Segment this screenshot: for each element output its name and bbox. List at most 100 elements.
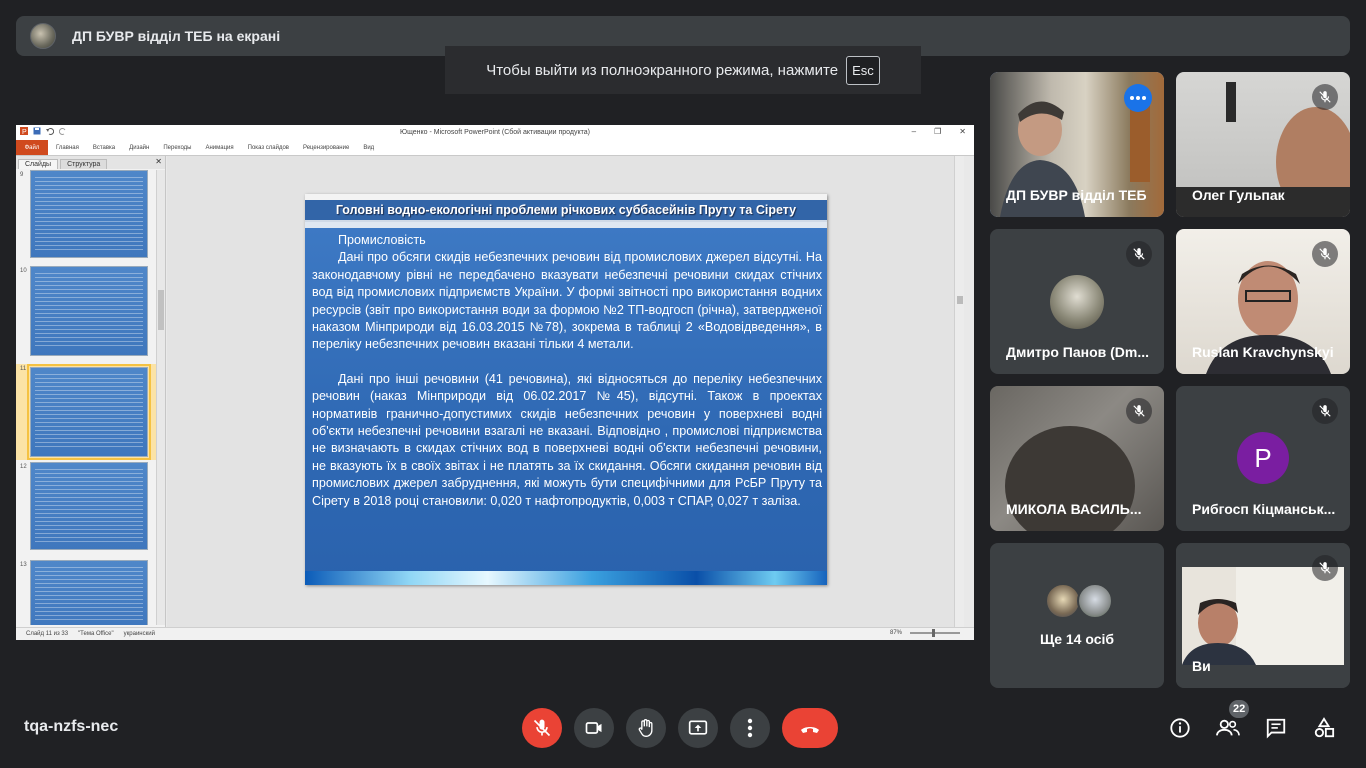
ribbon-tab: Показ слайдов	[247, 144, 289, 151]
fullscreen-toast: Чтобы выйти из полноэкранного режима, на…	[445, 46, 921, 94]
mic-off-icon	[1126, 241, 1152, 267]
participant-avatar: P	[1237, 432, 1289, 484]
more-options-icon[interactable]	[1124, 84, 1152, 112]
slides-panel: Слайды Структура ✕ 9 10 11 12 13	[16, 156, 166, 627]
slide-title: Головні водно-екологічні проблеми річков…	[305, 200, 827, 222]
status-slide-info: Слайд 11 из 33	[26, 631, 69, 637]
svg-text:P: P	[22, 129, 27, 135]
slide-paragraph: Дані про інші речовини (41 речовина), як…	[312, 371, 822, 508]
self-tile[interactable]: Ви	[1176, 543, 1350, 688]
minimize-icon: –	[911, 127, 917, 136]
meeting-code: tqa-nzfs-nec	[24, 718, 119, 735]
fullscreen-toast-text: Чтобы выйти из полноэкранного режима, на…	[486, 61, 839, 79]
editor-scrollbar	[954, 156, 964, 627]
presenter-avatar	[30, 23, 56, 49]
redo-icon	[59, 127, 66, 135]
info-icon	[1170, 718, 1190, 738]
ribbon-tab: Главная	[56, 144, 79, 151]
status-language: украинский	[123, 631, 155, 637]
slide-thumbnail-selected: 11	[16, 364, 156, 460]
activities-button[interactable]	[1310, 714, 1338, 742]
participant-name: МИКОЛА ВАСИЛЬ...	[1006, 501, 1142, 517]
presenter-name: ДП БУВР відділ ТЕБ на екрані	[72, 28, 281, 44]
participant-tile[interactable]: ДП БУВР відділ ТЕБ	[990, 72, 1164, 217]
ppt-logo-icon: P	[20, 127, 28, 135]
thumbnail-number: 9	[20, 172, 24, 178]
slides-panel-tabs: Слайды Структура ✕	[16, 156, 165, 169]
slide-thumbnails: 9 10 11 12 13	[16, 170, 156, 625]
participant-tile[interactable]: Дмитро Панов (Dm...	[990, 229, 1164, 374]
status-theme: "Тема Office"	[78, 631, 114, 637]
undo-icon	[46, 127, 54, 135]
people-icon	[1216, 719, 1240, 736]
hand-icon	[638, 719, 653, 738]
participant-avatar	[1050, 275, 1104, 329]
participant-tile[interactable]: P Рибгосп Кіцманськ...	[1176, 386, 1350, 531]
chat-button[interactable]	[1262, 714, 1290, 742]
thumbnail-number: 12	[20, 464, 27, 470]
participant-tile[interactable]: МИКОЛА ВАСИЛЬ...	[990, 386, 1164, 531]
mic-off-icon	[1312, 555, 1338, 581]
more-participants-avatars	[1045, 583, 1115, 619]
thumbnail-number: 11	[20, 366, 27, 372]
mic-off-icon	[1312, 241, 1338, 267]
present-icon	[688, 720, 708, 735]
slide-wave-decoration	[305, 571, 827, 585]
thumbnail-image	[30, 462, 148, 550]
zoom-slider	[910, 629, 960, 637]
camera-toggle-button[interactable]	[574, 708, 614, 748]
slide-edit-area: Головні водно-екологічні проблеми річков…	[167, 156, 964, 627]
esc-key-hint: Esc	[846, 55, 880, 85]
shared-screen: P Ющенко - Microsoft PowerPoint (Сбой ак…	[16, 125, 974, 640]
participant-tile[interactable]: Олег Гульпак	[1176, 72, 1350, 217]
ribbon-tab: Вставка	[92, 144, 116, 151]
close-icon: ✕	[959, 127, 966, 136]
participant-count-badge: 22	[1229, 700, 1250, 718]
more-options-button[interactable]	[730, 708, 770, 748]
participant-name: Ruslan Kravchynskyi	[1192, 344, 1334, 360]
file-tab: Файл	[16, 140, 48, 155]
more-participants-tile[interactable]: Ще 14 осіб	[990, 543, 1164, 688]
thumbnail-image	[27, 364, 151, 460]
panel-close-icon: ✕	[155, 157, 162, 166]
save-icon	[33, 127, 41, 135]
participant-name: Дмитро Панов (Dm...	[1006, 344, 1150, 360]
ppt-window-title: Ющенко - Microsoft PowerPoint (Сбой акти…	[400, 129, 590, 136]
participants-button[interactable]	[1214, 714, 1242, 742]
mic-off-icon	[1312, 398, 1338, 424]
ppt-ribbon: Файл Главная Вставка Дизайн Переходы Ани…	[16, 140, 974, 156]
participant-name: Ви	[1192, 658, 1211, 674]
ppt-title-bar: P Ющенко - Microsoft PowerPoint (Сбой ак…	[16, 125, 974, 140]
participant-tile[interactable]: Ruslan Kravchynskyi	[1176, 229, 1350, 374]
thumbnail-image	[30, 170, 148, 258]
more-vert-icon	[747, 718, 753, 738]
thumbnail-image	[30, 266, 148, 356]
raise-hand-button[interactable]	[626, 708, 666, 748]
hangup-icon	[801, 727, 819, 733]
restore-icon: ❐	[934, 127, 942, 136]
slide-paragraph: Дані про обсяги скидів небезпечних речов…	[312, 250, 822, 352]
mic-off-icon	[1126, 398, 1152, 424]
present-screen-button[interactable]	[678, 708, 718, 748]
status-zoom: 87%	[880, 629, 964, 637]
ppt-status-bar: Слайд 11 из 33 "Тема Office" украинский …	[16, 627, 974, 640]
mic-toggle-button[interactable]	[522, 708, 562, 748]
thumbnail-image	[30, 560, 148, 625]
participant-name: ДП БУВР відділ ТЕБ	[1006, 187, 1147, 203]
participant-name: Рибгосп Кіцманськ...	[1192, 501, 1336, 517]
window-buttons: – ❐ ✕	[912, 127, 966, 136]
slide-heading: Промисловість	[338, 233, 426, 247]
leave-call-button[interactable]	[782, 708, 838, 748]
slide-thumbnail: 9	[16, 170, 156, 264]
ribbon-tab: Рецензирование	[302, 144, 350, 151]
slide-thumbnail: 13	[16, 560, 156, 625]
panel-scrollbar	[156, 170, 165, 625]
activities-icon	[1314, 717, 1335, 738]
quick-access-toolbar: P	[20, 127, 67, 135]
slide-body: Промисловість Дані про обсяги скидів неб…	[305, 228, 827, 510]
meeting-details-button[interactable]	[1166, 714, 1194, 742]
zoom-value: 87%	[889, 630, 902, 636]
ribbon-tab: Переходы	[163, 144, 192, 151]
more-participants-label: Ще 14 осіб	[1039, 631, 1115, 647]
camera-icon	[585, 722, 602, 734]
